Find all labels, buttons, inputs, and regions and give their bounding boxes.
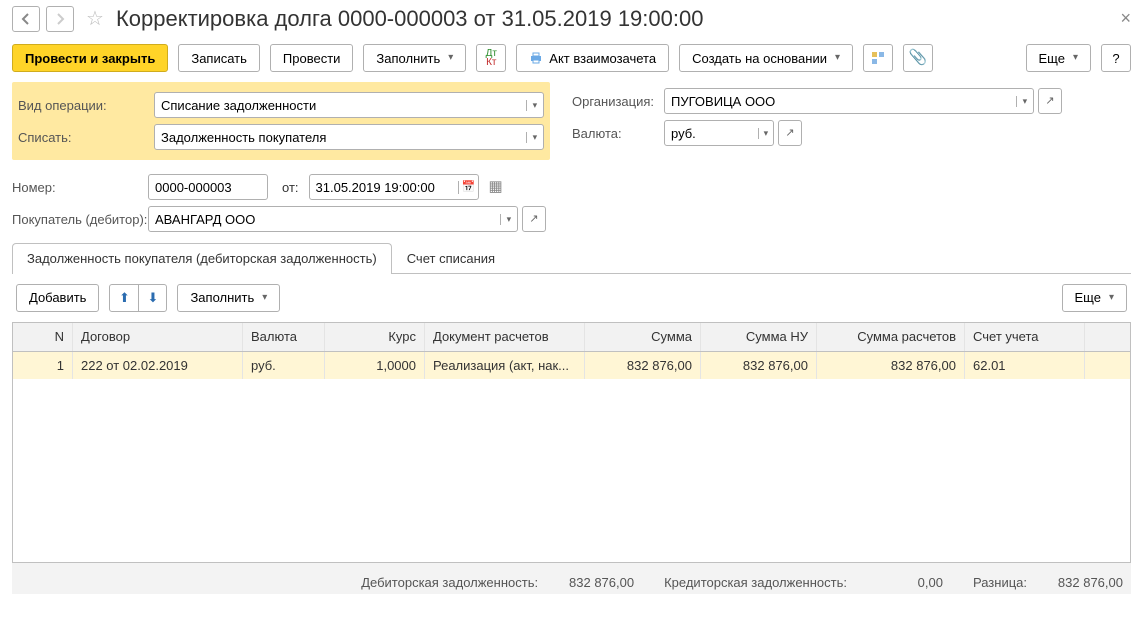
arrow-left-icon: [20, 13, 32, 25]
save-button[interactable]: Записать: [178, 44, 260, 72]
nav-back-button[interactable]: [12, 6, 40, 32]
cell-contract: 222 от 02.02.2019: [73, 352, 243, 380]
writeoff-field[interactable]: ▾: [154, 124, 544, 150]
debit-total-label: Дебиторская задолженность:: [361, 575, 538, 590]
grid-more-button[interactable]: Еще: [1062, 284, 1127, 312]
move-down-button[interactable]: ⬇: [138, 285, 166, 311]
cell-sum: 832 876,00: [585, 352, 701, 380]
col-sum-calc[interactable]: Сумма расчетов: [817, 323, 965, 351]
org-open-button[interactable]: ↗: [1038, 88, 1062, 114]
col-n[interactable]: N: [13, 323, 73, 351]
cell-doc: Реализация (акт, нак...: [425, 352, 585, 380]
doc-status-icon[interactable]: ▦: [489, 178, 503, 196]
create-based-button[interactable]: Создать на основании: [679, 44, 853, 72]
currency-label: Валюта:: [572, 126, 664, 142]
date-input[interactable]: [310, 180, 459, 196]
col-doc[interactable]: Документ расчетов: [425, 323, 585, 351]
fill-button[interactable]: Заполнить: [363, 44, 466, 72]
page-title: Корректировка долга 0000-000003 от 31.05…: [116, 6, 1115, 32]
dk-button[interactable]: ДтКт: [476, 44, 506, 72]
grid-fill-button[interactable]: Заполнить: [177, 284, 280, 312]
writeoff-dd[interactable]: ▾: [526, 132, 543, 143]
col-contract[interactable]: Договор: [73, 323, 243, 351]
date-field[interactable]: 📅: [309, 174, 479, 200]
cell-sum-nu: 832 876,00: [701, 352, 817, 380]
currency-open-button[interactable]: ↗: [778, 120, 802, 146]
writeoff-label: Списать:: [18, 130, 154, 146]
nav-forward-button[interactable]: [46, 6, 74, 32]
col-account[interactable]: Счет учета: [965, 323, 1085, 351]
help-button[interactable]: ?: [1101, 44, 1131, 72]
buyer-dd[interactable]: ▾: [500, 214, 517, 225]
cell-n: 1: [13, 352, 73, 380]
paperclip-icon: 📎: [909, 49, 928, 67]
number-input[interactable]: [149, 180, 267, 196]
org-dd[interactable]: ▾: [1016, 96, 1033, 107]
cell-currency: руб.: [243, 352, 325, 380]
col-currency[interactable]: Валюта: [243, 323, 325, 351]
debit-total-value: 832 876,00: [544, 575, 634, 591]
currency-field[interactable]: ▾: [664, 120, 774, 146]
buyer-field[interactable]: ▾: [148, 206, 518, 232]
number-label: Номер:: [12, 180, 148, 196]
org-input[interactable]: [665, 94, 1016, 110]
grid-header: N Договор Валюта Курс Документ расчетов …: [13, 323, 1130, 352]
tab-debt[interactable]: Задолженность покупателя (дебиторская за…: [12, 243, 392, 274]
buyer-label: Покупатель (дебитор):: [12, 212, 148, 228]
open-icon: ↗: [779, 127, 801, 140]
attach-button[interactable]: 📎: [903, 44, 933, 72]
diff-total-value: 832 876,00: [1033, 575, 1123, 591]
col-sum[interactable]: Сумма: [585, 323, 701, 351]
table-row[interactable]: 1 222 от 02.02.2019 руб. 1,0000 Реализац…: [13, 352, 1130, 380]
cell-sum-calc: 832 876,00: [817, 352, 965, 380]
totals-bar: Дебиторская задолженность: 832 876,00 Кре…: [12, 563, 1131, 595]
open-icon: ↗: [1039, 95, 1061, 108]
number-field[interactable]: [148, 174, 268, 200]
add-row-button[interactable]: Добавить: [16, 284, 99, 312]
favorite-star-icon[interactable]: ☆: [86, 7, 104, 31]
open-icon: ↗: [523, 213, 545, 226]
from-label: от:: [282, 180, 299, 196]
op-type-field[interactable]: ▾: [154, 92, 544, 118]
dk-icon: ДтКт: [486, 49, 497, 67]
credit-total-label: Кредиторская задолженность:: [664, 575, 847, 590]
op-type-label: Вид операции:: [18, 98, 154, 114]
close-icon[interactable]: ×: [1120, 8, 1131, 30]
post-and-close-button[interactable]: Провести и закрыть: [12, 44, 168, 72]
post-button[interactable]: Провести: [270, 44, 354, 72]
org-label: Организация:: [572, 94, 664, 110]
currency-input[interactable]: [665, 126, 758, 142]
buyer-input[interactable]: [149, 212, 500, 228]
calendar-icon[interactable]: 📅: [458, 181, 477, 194]
cell-account: 62.01: [965, 352, 1085, 380]
writeoff-input[interactable]: [155, 130, 526, 146]
print-act-label: Акт взаимозачета: [549, 51, 656, 67]
cell-rate: 1,0000: [325, 352, 425, 380]
structure-button[interactable]: [863, 44, 893, 72]
arrow-right-icon: [54, 13, 66, 25]
move-row-buttons: ⬆ ⬇: [109, 284, 167, 312]
debt-grid: N Договор Валюта Курс Документ расчетов …: [12, 322, 1131, 563]
col-rate[interactable]: Курс: [325, 323, 425, 351]
currency-dd[interactable]: ▾: [758, 128, 773, 139]
more-button[interactable]: Еще: [1026, 44, 1091, 72]
structure-icon: [871, 51, 885, 65]
diff-total-label: Разница:: [973, 575, 1027, 590]
col-sum-nu[interactable]: Сумма НУ: [701, 323, 817, 351]
op-type-dd[interactable]: ▾: [526, 100, 543, 111]
org-field[interactable]: ▾: [664, 88, 1034, 114]
op-type-input[interactable]: [155, 98, 526, 114]
printer-icon: [529, 52, 543, 64]
tab-writeoff-account[interactable]: Счет списания: [392, 243, 510, 274]
move-up-button[interactable]: ⬆: [110, 285, 138, 311]
credit-total-value: 0,00: [853, 575, 943, 591]
buyer-open-button[interactable]: ↗: [522, 206, 546, 232]
print-act-button[interactable]: Акт взаимозачета: [516, 44, 669, 72]
